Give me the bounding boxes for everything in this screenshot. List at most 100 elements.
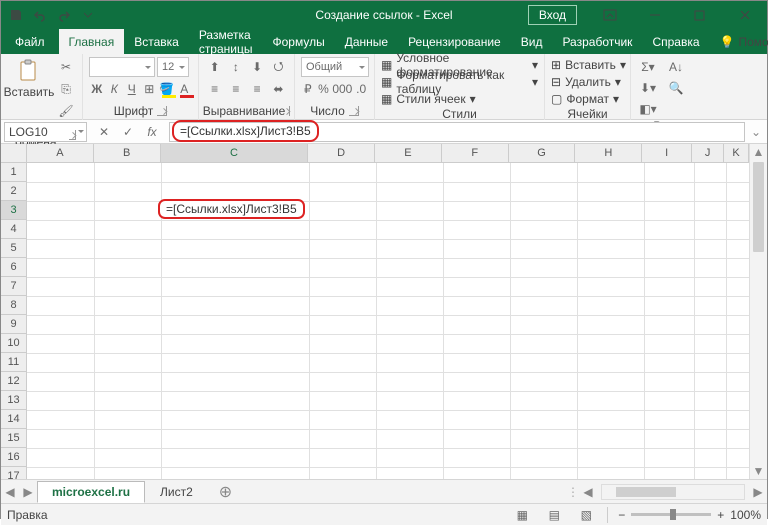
col-E[interactable]: E: [375, 144, 442, 163]
bold-button[interactable]: Ж: [89, 79, 105, 99]
table-format-button[interactable]: ▦Форматировать как таблицу▾: [381, 74, 538, 90]
zoom-slider[interactable]: [631, 513, 711, 516]
view-layout-icon[interactable]: ▤: [543, 507, 565, 523]
paste-button[interactable]: Вставить: [7, 57, 51, 101]
align-left-icon[interactable]: ≡: [205, 79, 224, 99]
orientation-icon[interactable]: ⭯: [269, 57, 288, 77]
col-B[interactable]: B: [94, 144, 161, 163]
col-I[interactable]: I: [642, 144, 692, 163]
italic-button[interactable]: К: [107, 79, 123, 99]
find-icon[interactable]: 🔍: [665, 78, 687, 98]
undo-icon[interactable]: [29, 4, 51, 26]
font-family-combo[interactable]: [89, 57, 155, 77]
row-12[interactable]: 12: [1, 372, 27, 391]
zoom-out-icon[interactable]: −: [618, 508, 625, 522]
qat-dropdown-icon[interactable]: [77, 4, 99, 26]
cancel-formula-icon[interactable]: ✕: [93, 122, 115, 142]
clear-icon[interactable]: ◧▾: [637, 99, 659, 119]
active-cell-edit[interactable]: =[Ссылки.xlsx]Лист3!B5: [158, 199, 305, 219]
sheet-tab-active[interactable]: microexcel.ru: [37, 481, 145, 503]
col-K[interactable]: K: [724, 144, 749, 163]
col-J[interactable]: J: [692, 144, 724, 163]
row-4[interactable]: 4: [1, 220, 27, 239]
fill-icon[interactable]: ⬇▾: [637, 78, 659, 98]
clipboard-dialog-launcher[interactable]: [69, 130, 76, 140]
tab-developer[interactable]: Разработчик: [552, 29, 642, 54]
tab-tellme[interactable]: 💡Помощн: [710, 29, 768, 54]
scroll-up-icon[interactable]: ▲: [750, 144, 767, 160]
align-center-icon[interactable]: ≡: [226, 79, 245, 99]
add-sheet-button[interactable]: ⊕: [208, 481, 243, 503]
view-pagebreak-icon[interactable]: ▧: [575, 507, 597, 523]
copy-icon[interactable]: ⎘: [55, 79, 77, 99]
enter-formula-icon[interactable]: ✓: [117, 122, 139, 142]
row-17[interactable]: 17: [1, 467, 27, 479]
col-D[interactable]: D: [308, 144, 375, 163]
row-16[interactable]: 16: [1, 448, 27, 467]
formula-input[interactable]: =[Ссылки.xlsx]Лист3!B5: [169, 122, 745, 142]
scroll-down-icon[interactable]: ▼: [750, 463, 767, 479]
insert-cells-button[interactable]: ⊞Вставить▾: [551, 57, 624, 73]
ribbon-options-icon[interactable]: [587, 1, 632, 29]
align-top-icon[interactable]: ⬆: [205, 57, 224, 77]
underline-button[interactable]: Ч: [124, 79, 140, 99]
align-right-icon[interactable]: ≡: [248, 79, 267, 99]
sort-filter-icon[interactable]: A↓: [665, 57, 687, 77]
autosum-icon[interactable]: Σ▾: [637, 57, 659, 77]
row-15[interactable]: 15: [1, 429, 27, 448]
tab-insert[interactable]: Вставка: [124, 29, 189, 54]
sheet-nav-next-icon[interactable]: ▶: [19, 480, 37, 504]
fx-icon[interactable]: fx: [141, 122, 163, 142]
col-H[interactable]: H: [575, 144, 642, 163]
tab-home[interactable]: Главная: [59, 29, 125, 54]
font-color-button[interactable]: A: [177, 79, 193, 99]
col-F[interactable]: F: [442, 144, 509, 163]
tab-data[interactable]: Данные: [335, 29, 398, 54]
merge-icon[interactable]: ⬌: [269, 79, 288, 99]
view-normal-icon[interactable]: ▦: [511, 507, 533, 523]
align-dialog-launcher[interactable]: [289, 106, 290, 116]
sheet-nav-prev-icon[interactable]: ◀: [1, 480, 19, 504]
format-painter-icon[interactable]: 🖌: [55, 101, 77, 121]
close-icon[interactable]: [722, 1, 767, 29]
zoom-value[interactable]: 100%: [730, 508, 761, 522]
comma-icon[interactable]: 000: [332, 79, 352, 99]
row-6[interactable]: 6: [1, 258, 27, 277]
horizontal-scrollbar[interactable]: [601, 484, 745, 500]
delete-cells-button[interactable]: ⊟Удалить▾: [551, 74, 624, 90]
hscroll-thumb[interactable]: [616, 487, 676, 497]
inc-dec-icon[interactable]: .0: [354, 79, 368, 99]
redo-icon[interactable]: [53, 4, 75, 26]
align-middle-icon[interactable]: ↕: [226, 57, 245, 77]
fill-color-button[interactable]: 🪣: [159, 79, 175, 99]
hscroll-left-icon[interactable]: ◀: [579, 480, 597, 504]
select-all-button[interactable]: [1, 144, 27, 163]
font-size-combo[interactable]: 12: [157, 57, 189, 77]
row-9[interactable]: 9: [1, 315, 27, 334]
format-cells-button[interactable]: ▢Формат▾: [551, 91, 624, 107]
row-8[interactable]: 8: [1, 296, 27, 315]
save-icon[interactable]: [5, 4, 27, 26]
row-7[interactable]: 7: [1, 277, 27, 296]
vertical-scrollbar[interactable]: ▲ ▼: [749, 144, 767, 479]
hscroll-right-icon[interactable]: ▶: [749, 480, 767, 504]
row-11[interactable]: 11: [1, 353, 27, 372]
maximize-icon[interactable]: [677, 1, 722, 29]
zoom-in-icon[interactable]: +: [717, 508, 724, 522]
row-10[interactable]: 10: [1, 334, 27, 353]
signin-button[interactable]: Вход: [528, 5, 577, 25]
tab-help[interactable]: Справка: [642, 29, 709, 54]
expand-formula-bar-icon[interactable]: ⌄: [745, 125, 767, 139]
number-format-combo[interactable]: Общий: [301, 57, 369, 77]
row-1[interactable]: 1: [1, 163, 27, 182]
tab-formulas[interactable]: Формулы: [262, 29, 334, 54]
cell-styles-button[interactable]: ▦Стили ячеек▾: [381, 91, 538, 107]
row-2[interactable]: 2: [1, 182, 27, 201]
name-box-dropdown-icon[interactable]: [78, 130, 84, 136]
col-A[interactable]: A: [27, 144, 94, 163]
number-dialog-launcher[interactable]: [349, 106, 359, 116]
tab-file[interactable]: Файл: [1, 29, 59, 54]
align-bottom-icon[interactable]: ⬇: [248, 57, 267, 77]
font-dialog-launcher[interactable]: [157, 106, 167, 116]
worksheet-grid[interactable]: A B C D E F G H I J K 123456789101112131…: [1, 144, 767, 479]
